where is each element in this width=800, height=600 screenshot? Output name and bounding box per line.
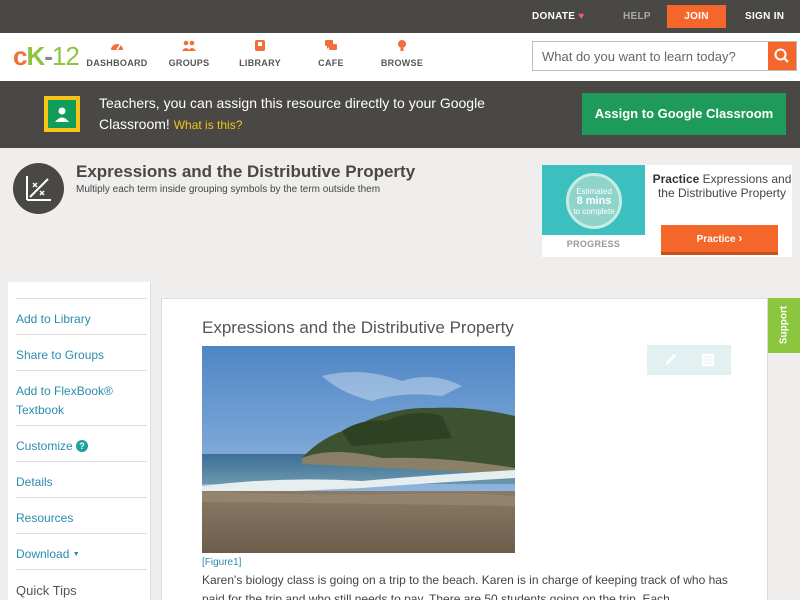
- chevron-right-icon: ›: [738, 231, 743, 245]
- library-icon: [255, 40, 265, 51]
- practice-card: Estimated 8 mins to complete PROGRESS Pr…: [542, 165, 792, 257]
- estimated-time-badge: Estimated 8 mins to complete: [566, 173, 622, 229]
- sidebar-item-customize[interactable]: Customize ?: [16, 425, 147, 456]
- google-classroom-icon: [44, 96, 80, 132]
- nav-library[interactable]: LIBRARY: [225, 39, 295, 68]
- logo-k: K: [26, 41, 45, 71]
- help-link[interactable]: HELP: [623, 0, 651, 33]
- top-bar: DONATE ♥ HELP JOIN SIGN IN: [0, 0, 800, 33]
- article-body: Karen's biology class is going on a trip…: [202, 573, 728, 600]
- banner-message: Teachers, you can assign this resource d…: [99, 95, 485, 132]
- search-box: [532, 41, 797, 71]
- search-input[interactable]: [533, 42, 769, 70]
- assign-to-google-classroom-button[interactable]: Assign to Google Classroom: [582, 93, 786, 135]
- browse-icon: [398, 40, 406, 51]
- sidebar: Add to Library Share to Groups Add to Fl…: [8, 282, 151, 600]
- nav-cafe-label: CAFE: [318, 58, 344, 68]
- graph-icon: [26, 176, 51, 201]
- beach-photo: [202, 346, 515, 553]
- groups-icon: [182, 40, 196, 51]
- practice-button-label: Practice: [696, 234, 736, 245]
- help-icon[interactable]: ?: [76, 440, 89, 452]
- article-panel: Expressions and the Distributive Propert…: [161, 298, 768, 600]
- article-title: Expressions and the Distributive Propert…: [202, 318, 514, 337]
- logo-dash: -: [44, 41, 53, 71]
- customize-label: Customize: [16, 439, 73, 453]
- page-title: Expressions and the Distributive Propert…: [76, 162, 416, 181]
- caret-down-icon: ▼: [72, 551, 80, 558]
- download-label: Download: [16, 547, 70, 561]
- nav-dashboard-label: DASHBOARD: [86, 58, 148, 68]
- annotation-toolbar: [647, 345, 731, 375]
- donate-label: DONATE: [532, 11, 576, 22]
- nav-browse[interactable]: BROWSE: [367, 39, 437, 68]
- logo-c: c: [13, 41, 28, 71]
- figure-caption[interactable]: [Figure1]: [202, 557, 241, 568]
- practice-description: Practice Expressions and the Distributiv…: [652, 172, 792, 200]
- practice-progress-art: Estimated 8 mins to complete: [542, 165, 645, 235]
- to-complete-label: to complete: [573, 207, 615, 216]
- heart-icon: ♥: [578, 11, 585, 22]
- practice-button[interactable]: Practice ›: [661, 225, 778, 255]
- sidebar-item-share-to-groups[interactable]: Share to Groups: [16, 334, 147, 365]
- sidebar-item-details[interactable]: Details: [16, 461, 147, 492]
- support-tab[interactable]: Support: [768, 298, 800, 353]
- practice-bold: Practice: [652, 172, 700, 186]
- nav-groups[interactable]: GROUPS: [154, 39, 224, 68]
- sidebar-item-resources[interactable]: Resources: [16, 497, 147, 528]
- pencil-icon[interactable]: [663, 352, 677, 368]
- notes-icon[interactable]: [701, 352, 715, 368]
- concept-icon: [13, 163, 64, 214]
- what-is-this-link[interactable]: What is this?: [174, 118, 243, 132]
- logo-num: 12: [51, 41, 80, 71]
- beach-figure-image: [202, 346, 515, 553]
- sidebar-item-add-to-library[interactable]: Add to Library: [16, 298, 147, 329]
- search-icon: [774, 48, 789, 63]
- join-button[interactable]: JOIN: [667, 5, 726, 28]
- search-button[interactable]: [768, 42, 796, 70]
- estimated-mins: 8 mins: [576, 195, 612, 207]
- cafe-icon: [325, 40, 337, 50]
- sidebar-item-add-to-flexbook[interactable]: Add to FlexBook® Textbook: [16, 370, 147, 420]
- ck12-logo[interactable]: cK-12: [13, 41, 80, 72]
- page-subtitle: Multiply each term inside grouping symbo…: [76, 184, 381, 195]
- nav-dashboard[interactable]: DASHBOARD: [82, 39, 152, 68]
- nav-cafe[interactable]: CAFE: [296, 39, 366, 68]
- sign-in-link[interactable]: SIGN IN: [745, 0, 784, 33]
- support-label: Support: [778, 305, 790, 345]
- google-classroom-banner: Teachers, you can assign this resource d…: [0, 81, 800, 148]
- progress-label: PROGRESS: [566, 239, 621, 249]
- nav-browse-label: BROWSE: [380, 58, 424, 68]
- dashboard-icon: [111, 44, 123, 51]
- sidebar-item-download[interactable]: Download ▼: [16, 533, 147, 564]
- nav-groups-label: GROUPS: [168, 58, 210, 68]
- donate-link[interactable]: DONATE ♥: [532, 0, 585, 33]
- main-nav: cK-12 DASHBOARD GROUPS LIBRARY CAFE BROW…: [0, 33, 800, 81]
- nav-library-label: LIBRARY: [239, 58, 281, 68]
- banner-text: Teachers, you can assign this resource d…: [99, 93, 499, 136]
- sidebar-item-quick-tips[interactable]: Quick Tips: [16, 569, 147, 600]
